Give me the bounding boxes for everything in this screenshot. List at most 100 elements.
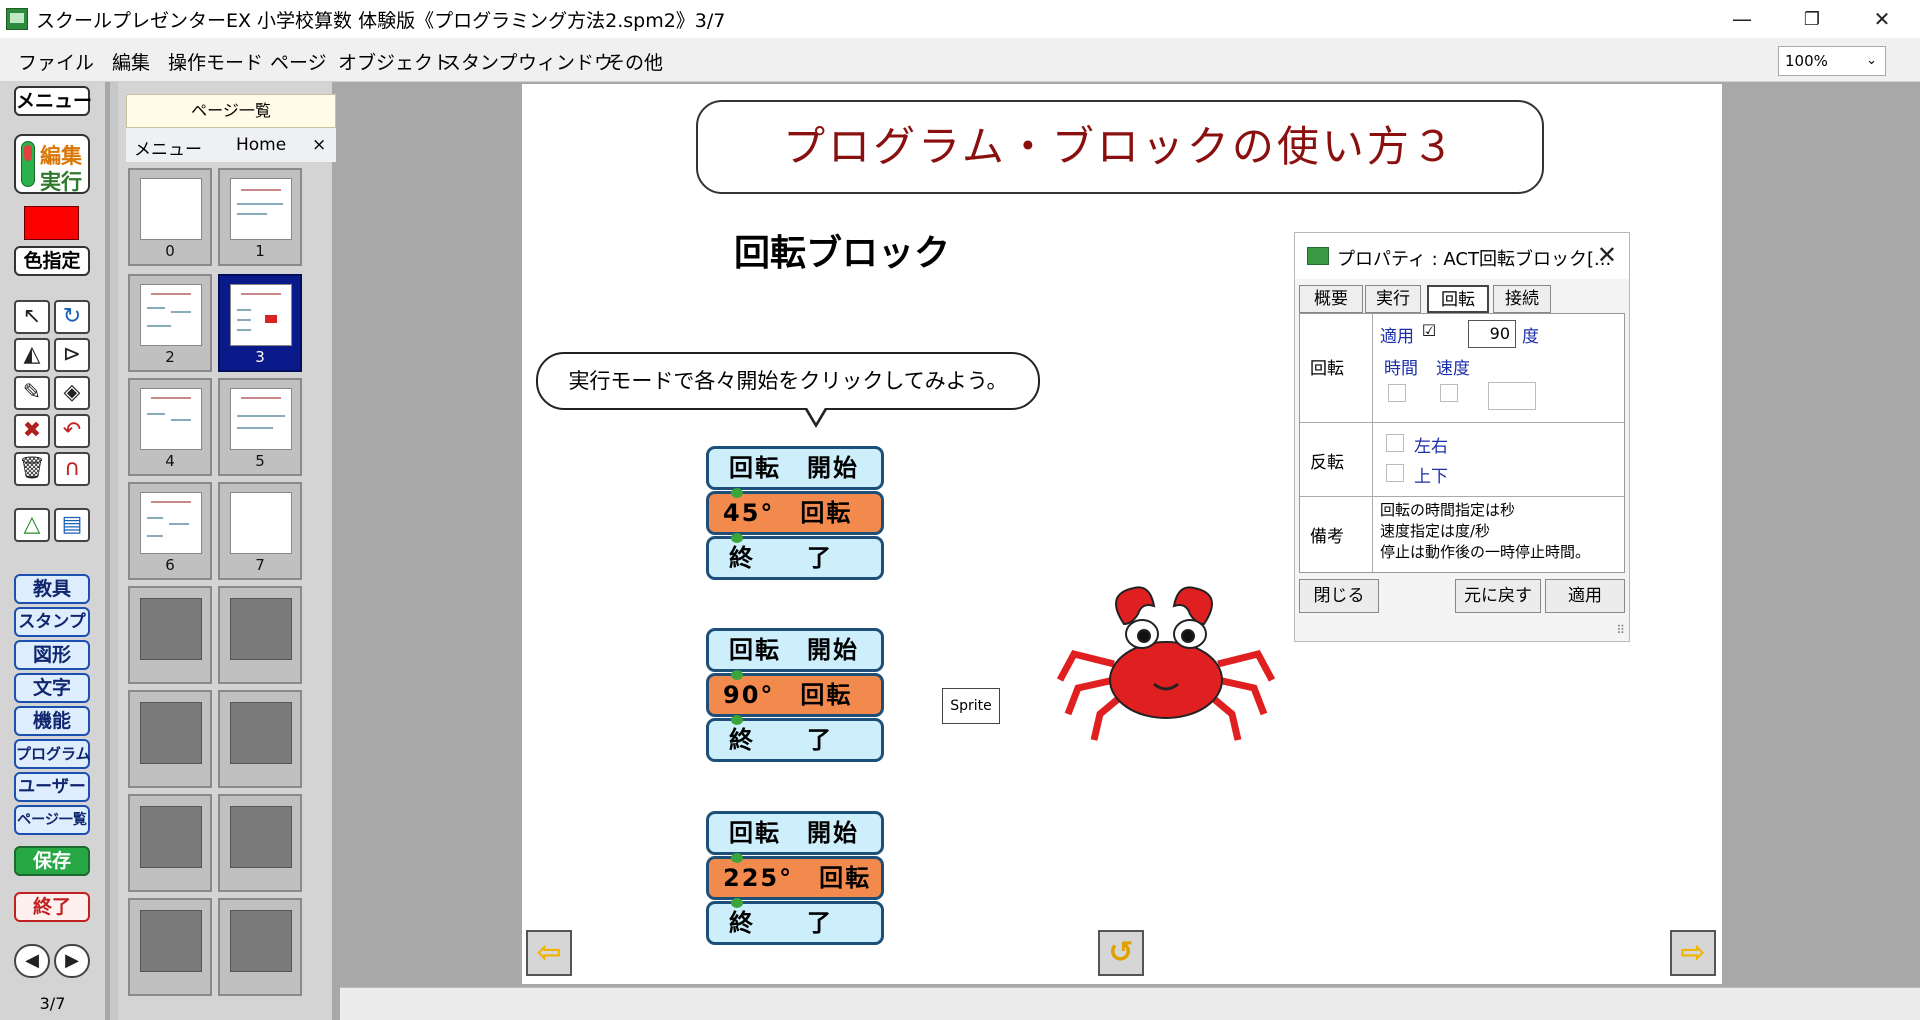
apply-button[interactable]: 適用 bbox=[1545, 579, 1625, 613]
category-functions[interactable]: 機能 bbox=[14, 706, 90, 736]
resize-grip-icon[interactable]: ⠿ bbox=[1616, 623, 1625, 637]
crab-image[interactable] bbox=[1054, 584, 1278, 742]
mode-toggle[interactable]: 編集 実行 bbox=[14, 134, 90, 194]
page-thumb-6[interactable]: 6 bbox=[128, 482, 212, 580]
time-label: 時間 bbox=[1384, 359, 1418, 379]
page-list-tab-menu[interactable]: メニュー bbox=[134, 135, 202, 160]
sprite-object[interactable]: Sprite bbox=[942, 688, 1000, 724]
restore-button[interactable]: ❐ bbox=[1782, 0, 1842, 38]
category-program[interactable]: プログラム bbox=[14, 739, 91, 769]
property-dialog: プロパティ : ACT回転ブロック[... ✕ 概要 実行 回転 接続 回転 適… bbox=[1294, 232, 1630, 642]
page-thumb-3[interactable]: 3 bbox=[218, 274, 302, 372]
notes-line-1: 回転の時間指定は秒 bbox=[1380, 501, 1516, 519]
block-rotate-45-label: 45° 回転 bbox=[723, 499, 853, 527]
menu-other[interactable]: その他 bbox=[606, 48, 663, 75]
category-user[interactable]: ユーザー bbox=[14, 772, 90, 802]
speed-checkbox[interactable] bbox=[1440, 384, 1458, 402]
tools-icon[interactable]: ✖ bbox=[14, 414, 50, 448]
flip-horizontal-icon[interactable]: ◭ bbox=[14, 338, 50, 372]
apply-checkbox[interactable]: ☑ bbox=[1420, 323, 1438, 341]
block-rotate-225-label: 225° 回転 bbox=[723, 864, 872, 892]
revert-button[interactable]: 元に戻す bbox=[1455, 579, 1541, 613]
menu-file[interactable]: ファイル bbox=[18, 48, 94, 75]
flip-horizontal-checkbox[interactable] bbox=[1386, 434, 1404, 452]
flip-row-label: 反転 bbox=[1310, 453, 1344, 473]
trash-icon[interactable]: 🗑 bbox=[14, 452, 50, 486]
rotate-icon[interactable]: ↻ bbox=[54, 300, 90, 334]
block-connector-icon bbox=[731, 533, 743, 543]
tab-summary[interactable]: 概要 bbox=[1299, 285, 1363, 313]
zoom-select[interactable]: 100% ⌄ bbox=[1778, 46, 1886, 76]
page-thumb-7[interactable]: 7 bbox=[218, 482, 302, 580]
block-rotate-start-2[interactable]: 回転 開始 bbox=[706, 628, 884, 672]
block-end-2[interactable]: 終 了 bbox=[706, 715, 884, 762]
menu-page[interactable]: ページ bbox=[270, 48, 327, 75]
minimize-button[interactable]: — bbox=[1712, 0, 1772, 38]
page-thumb-preview bbox=[230, 388, 292, 450]
page-thumb-label: 7 bbox=[255, 556, 265, 574]
close-window-button[interactable]: ✕ bbox=[1852, 0, 1912, 38]
eyedropper-icon[interactable]: ✎ bbox=[14, 376, 50, 410]
menu-stamp[interactable]: スタンプ bbox=[442, 48, 517, 75]
select-arrow-icon[interactable]: ↖ bbox=[14, 300, 50, 334]
dialog-icon bbox=[1307, 247, 1329, 265]
quit-button[interactable]: 終了 bbox=[14, 892, 90, 922]
menu-edit[interactable]: 編集 bbox=[112, 48, 150, 75]
dialog-close-button[interactable]: 閉じる bbox=[1299, 579, 1379, 613]
flip-vertical-icon[interactable]: ⊳ bbox=[54, 338, 90, 372]
block-end-3-label: 終 了 bbox=[729, 909, 833, 937]
empty-thumb-slot bbox=[128, 794, 212, 892]
block-rotate-225[interactable]: 225° 回転 bbox=[706, 853, 884, 900]
block-end-3[interactable]: 終 了 bbox=[706, 898, 884, 945]
page-thumb-5[interactable]: 5 bbox=[218, 378, 302, 476]
tab-connect[interactable]: 接続 bbox=[1493, 285, 1551, 313]
block-rotate-start-1[interactable]: 回転 開始 bbox=[706, 446, 884, 490]
category-page-list[interactable]: ページ一覧 bbox=[14, 805, 90, 835]
page-thumb-preview bbox=[140, 388, 202, 450]
color-swatch[interactable] bbox=[24, 206, 79, 240]
shapes-icon[interactable]: △ bbox=[14, 508, 50, 542]
color-pick-button[interactable]: 色指定 bbox=[14, 246, 90, 276]
prev-page-icon[interactable]: ◀ bbox=[14, 944, 50, 978]
empty-thumb-slot bbox=[128, 690, 212, 788]
slide-subheading: 回転ブロック bbox=[734, 233, 951, 274]
flip-vertical-checkbox[interactable] bbox=[1386, 464, 1404, 482]
tool-panel: メニュー 編集 実行 色指定 ↖ ↻ ◭ ⊳ ✎ ◈ ✖ ↶ 🗑 ∩ △ ▤ 教… bbox=[0, 82, 105, 987]
page-thumb-1[interactable]: 1 bbox=[218, 168, 302, 266]
page-list-close-icon[interactable]: × bbox=[312, 135, 326, 155]
page-thumb-2[interactable]: 2 bbox=[128, 274, 212, 372]
degrees-input[interactable]: 90 bbox=[1468, 320, 1516, 348]
dialog-close-icon[interactable]: ✕ bbox=[1597, 241, 1617, 269]
page-thumb-4[interactable]: 4 bbox=[128, 378, 212, 476]
block-end-1[interactable]: 終 了 bbox=[706, 533, 884, 580]
magnet-icon[interactable]: ∩ bbox=[54, 452, 90, 486]
menu-object[interactable]: オブジェクト bbox=[338, 48, 452, 75]
prev-slide-arrow-icon[interactable]: ⇦ bbox=[526, 930, 572, 976]
block-rotate-start-3[interactable]: 回転 開始 bbox=[706, 811, 884, 855]
tab-execute[interactable]: 実行 bbox=[1365, 285, 1421, 313]
menu-button[interactable]: メニュー bbox=[14, 86, 92, 116]
mode-run-label: 実行 bbox=[40, 170, 82, 194]
menu-operation-mode[interactable]: 操作モード bbox=[168, 48, 263, 75]
block-rotate-90[interactable]: 90° 回転 bbox=[706, 670, 884, 717]
tab-rotation[interactable]: 回転 bbox=[1427, 285, 1489, 313]
next-slide-arrow-icon[interactable]: ⇨ bbox=[1670, 930, 1716, 976]
page-thumb-0[interactable]: 0 bbox=[128, 168, 212, 266]
time-speed-input[interactable] bbox=[1488, 382, 1536, 410]
category-shapes[interactable]: 図形 bbox=[14, 640, 90, 670]
category-text[interactable]: 文字 bbox=[14, 673, 90, 703]
paint-bucket-icon[interactable]: ◈ bbox=[54, 376, 90, 410]
block-rotate-45[interactable]: 45° 回転 bbox=[706, 488, 884, 535]
time-checkbox[interactable] bbox=[1388, 384, 1406, 402]
save-button[interactable]: 保存 bbox=[14, 846, 90, 876]
category-stamp[interactable]: スタンプ bbox=[14, 607, 90, 637]
undo-icon[interactable]: ↶ bbox=[54, 414, 90, 448]
category-teaching-tools[interactable]: 教具 bbox=[14, 574, 90, 604]
dialog-title-bar[interactable]: プロパティ : ACT回転ブロック[... ✕ bbox=[1295, 233, 1629, 279]
page-thumb-preview bbox=[230, 492, 292, 554]
page-list-tab-home[interactable]: Home bbox=[236, 135, 286, 155]
menu-window[interactable]: ウィンドウ bbox=[518, 48, 613, 75]
return-arrow-icon[interactable]: ↺ bbox=[1098, 930, 1144, 976]
next-page-icon[interactable]: ▶ bbox=[54, 944, 90, 978]
layout-icon[interactable]: ▤ bbox=[54, 508, 90, 542]
